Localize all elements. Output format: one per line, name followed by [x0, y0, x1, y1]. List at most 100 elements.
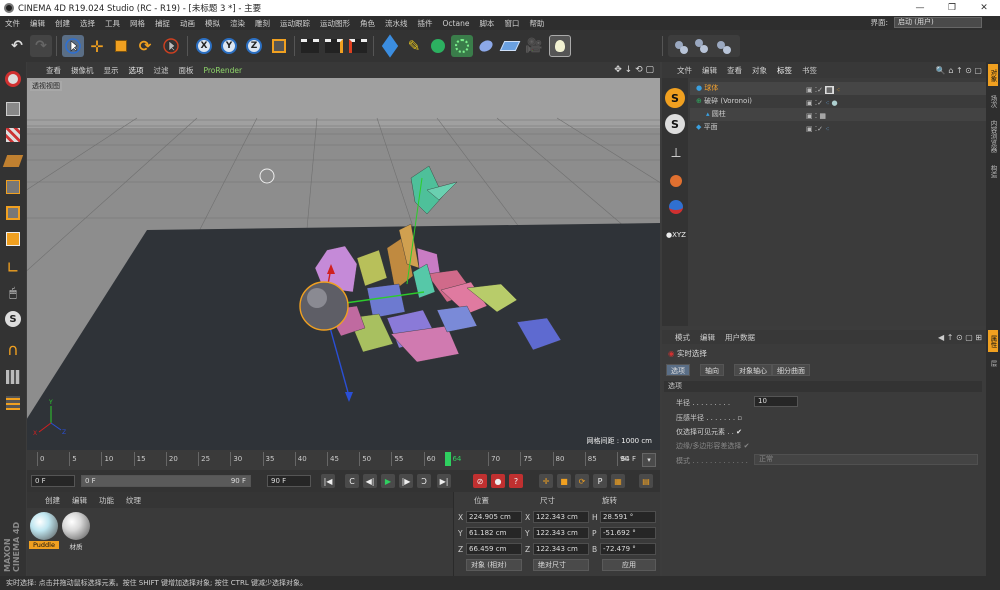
object-menu-objects[interactable]: 对象: [747, 65, 772, 76]
points-mode-icon[interactable]: [2, 176, 24, 198]
coordinate-mode-select[interactable]: 对象 (相对): [466, 559, 522, 571]
tab-objects[interactable]: 对象: [988, 64, 998, 86]
material-menu-texture[interactable]: 纹理: [120, 495, 147, 506]
attr-tab-options[interactable]: 选项: [666, 364, 690, 376]
object-row-plane[interactable]: ◆ 平面 ▣ ⁚✓ ⁖: [690, 121, 986, 134]
render-view-icon[interactable]: [299, 35, 321, 57]
radius-field[interactable]: 10: [754, 396, 798, 407]
next-frame-icon[interactable]: |▶: [399, 474, 413, 488]
texture-mode-icon[interactable]: [2, 124, 24, 146]
attr-tab-subdivision[interactable]: 细分曲面: [772, 364, 810, 376]
last-tool-icon[interactable]: [160, 35, 182, 57]
material-default[interactable]: 材质: [61, 512, 91, 556]
material-menu-edit[interactable]: 编辑: [66, 495, 93, 506]
viewport-menu-view[interactable]: 查看: [41, 65, 66, 76]
object-row-voronoi[interactable]: ⊕ 破碎 (Voronoi) ▣ ⁚✓ ⁖ ●: [690, 95, 986, 108]
goto-end-icon[interactable]: ▶|: [437, 474, 451, 488]
record-position-icon[interactable]: ✛: [539, 474, 553, 488]
workplane-grid-icon[interactable]: [2, 392, 24, 414]
magnet-icon[interactable]: ∩: [2, 338, 24, 360]
end-frame-field[interactable]: 90 F: [267, 475, 311, 487]
visible-only-checkbox[interactable]: ✔: [736, 428, 742, 436]
object-search-icons[interactable]: 🔍 ⌂ ↑ ⊙ ▢: [936, 66, 982, 75]
menu-simulate[interactable]: 模拟: [200, 18, 225, 29]
menu-pipeline[interactable]: 流水线: [380, 18, 413, 29]
viewport-nav-icons[interactable]: ✥ ↓ ⟲ ▢: [614, 65, 654, 75]
apply-button[interactable]: 应用: [602, 559, 656, 571]
size-x-field[interactable]: 122.343 cm: [533, 511, 589, 523]
object-menu-view[interactable]: 查看: [722, 65, 747, 76]
model-mode-icon[interactable]: [2, 98, 24, 120]
camera-icon[interactable]: 🎥: [523, 35, 545, 57]
menu-file[interactable]: 文件: [0, 18, 25, 29]
menu-script[interactable]: 脚本: [474, 18, 499, 29]
tab-layers[interactable]: 层: [988, 356, 998, 370]
attr-tab-axis[interactable]: 轴向: [700, 364, 724, 376]
position-z-field[interactable]: 66.459 cm: [466, 543, 522, 555]
menu-snap[interactable]: 捕捉: [150, 18, 175, 29]
menu-select[interactable]: 选择: [75, 18, 100, 29]
tolerant-checkbox[interactable]: ✔: [744, 442, 750, 450]
object-row-cylinder[interactable]: ▴ 圆柱 ▣ ⁚ ▦: [690, 108, 986, 121]
tab-takes[interactable]: 场次: [988, 90, 998, 112]
size-mode-select[interactable]: 绝对尺寸: [533, 559, 589, 571]
attr-tab-object-axis[interactable]: 对象轴心: [734, 364, 772, 376]
tweak-mode-icon[interactable]: 🖱: [2, 282, 24, 304]
dots-tool-icon[interactable]: [665, 170, 687, 192]
object-menu-tags[interactable]: 标签: [772, 65, 797, 76]
record-rotation-icon[interactable]: ⟳: [575, 474, 589, 488]
rotation-p-field[interactable]: -51.692 °: [600, 527, 656, 539]
dynamics-icon[interactable]: [665, 196, 687, 218]
layout-select[interactable]: 启动 (用户): [894, 17, 982, 28]
tab-content-browser[interactable]: 内容浏览器: [988, 116, 998, 156]
record-pla-icon[interactable]: ▦: [611, 474, 625, 488]
size-y-field[interactable]: 122.343 cm: [533, 527, 589, 539]
mograph-array-icon[interactable]: [451, 35, 473, 57]
autokey-icon[interactable]: ●: [491, 474, 505, 488]
attr-menu-user-data[interactable]: 用户数据: [720, 332, 760, 343]
scale-icon[interactable]: [110, 35, 132, 57]
menu-render[interactable]: 渲染: [225, 18, 250, 29]
y-axis-lock-button[interactable]: Y: [218, 35, 240, 57]
attr-menu-edit[interactable]: 编辑: [695, 332, 720, 343]
attr-nav-icons[interactable]: ◀ ↑ ⊙ ▢ ⊞: [938, 333, 982, 342]
goto-start-icon[interactable]: |◀: [321, 474, 335, 488]
menu-motion-tracker[interactable]: 运动跟踪: [275, 18, 315, 29]
viewport-menu-display[interactable]: 显示: [99, 65, 124, 76]
pen-spline-icon[interactable]: ✎: [403, 35, 425, 57]
next-key-icon[interactable]: Ɔ: [417, 474, 431, 488]
menu-edit[interactable]: 编辑: [25, 18, 50, 29]
rotation-h-field[interactable]: 28.591 °: [600, 511, 656, 523]
object-menu-edit[interactable]: 编辑: [697, 65, 722, 76]
object-row-sphere[interactable]: ● 球体 ▣ ⁚✓ ▦ ⁖: [690, 82, 986, 95]
deformer-icon[interactable]: [475, 35, 497, 57]
move-icon[interactable]: ✛: [86, 35, 108, 57]
menu-help[interactable]: 帮助: [524, 18, 549, 29]
menu-mograph[interactable]: 运动图形: [315, 18, 355, 29]
viewport-scene[interactable]: Y X Z: [27, 78, 660, 450]
range-slider[interactable]: 0 F 90 F: [81, 475, 251, 487]
workplane-icon[interactable]: [2, 150, 24, 172]
x-axis-lock-button[interactable]: X: [193, 35, 215, 57]
menu-character[interactable]: 角色: [355, 18, 380, 29]
floor-icon[interactable]: [499, 35, 521, 57]
size-z-field[interactable]: 122.343 cm: [533, 543, 589, 555]
light-icon[interactable]: [549, 35, 571, 57]
coordinate-system-icon[interactable]: [268, 35, 290, 57]
timeline-ruler[interactable]: 0 5 10 15 20 25 30 35 40 45 50 55 60 64 70 75 80 85 90 64 …: [27, 450, 660, 470]
redo-icon[interactable]: ↷: [30, 35, 52, 57]
snap-icon[interactable]: S: [2, 308, 24, 330]
enable-axis-icon[interactable]: ∟: [2, 256, 24, 278]
render-picture-viewer-icon[interactable]: [323, 35, 345, 57]
start-frame-field[interactable]: 0 F: [31, 475, 75, 487]
viewport-menu-filter[interactable]: 过滤: [149, 65, 174, 76]
cube-primitive-icon[interactable]: [379, 34, 401, 58]
record-keys-icon[interactable]: ⊘: [473, 474, 487, 488]
menu-octane[interactable]: Octane: [438, 19, 475, 28]
axis-tool-icon[interactable]: ⟂: [665, 142, 687, 164]
record-parameter-icon[interactable]: P: [593, 474, 607, 488]
material-puddle[interactable]: Puddle: [29, 512, 59, 556]
timeline-playhead[interactable]: [444, 452, 451, 466]
minimize-button[interactable]: —: [904, 0, 936, 16]
position-y-field[interactable]: 61.182 cm: [466, 527, 522, 539]
